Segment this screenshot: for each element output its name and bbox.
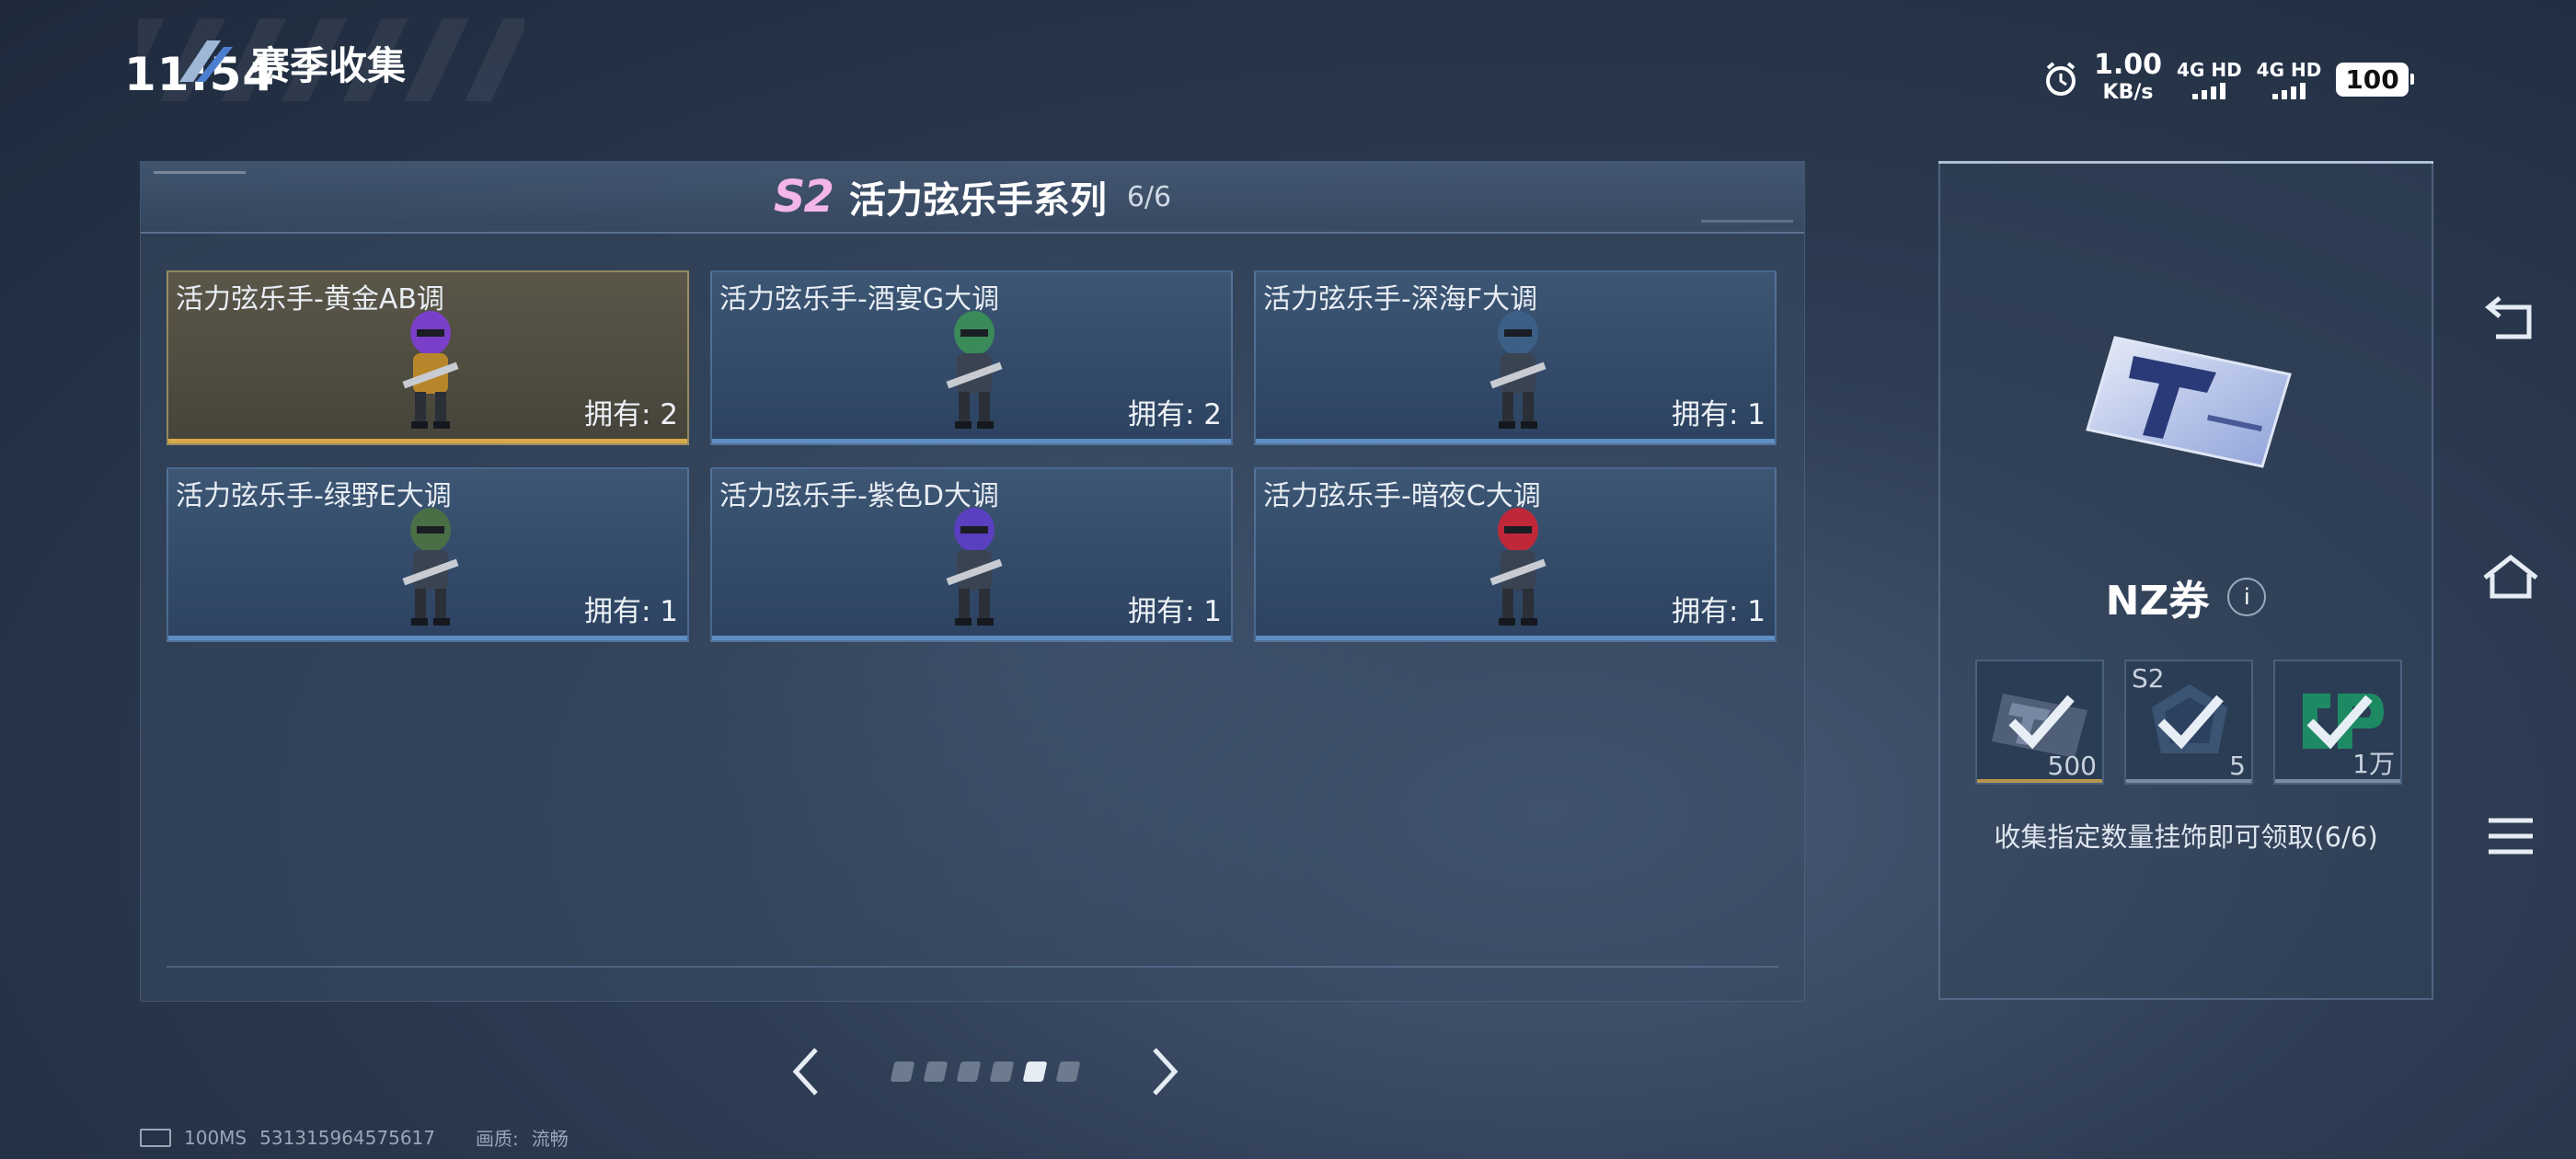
info-button[interactable]: i: [2227, 578, 2267, 616]
rarity-bar: [168, 439, 687, 443]
reward-item[interactable]: S2 5: [2124, 660, 2253, 785]
claim-hint: 收集指定数量挂饰即可领取(6/6): [1994, 821, 2378, 853]
quality-value: 流畅: [531, 1128, 569, 1150]
game-logo-icon: [179, 40, 233, 82]
system-status-bar: 1.00 KB/s 4G HD 4G HD 100: [2042, 49, 2415, 107]
collection-card[interactable]: 活力弦乐手-黄金AB调 拥有: 2: [167, 270, 689, 445]
back-button[interactable]: [2478, 285, 2543, 350]
page-navigator: [782, 1044, 1189, 1099]
check-icon: [2157, 694, 2224, 750]
page-dot[interactable]: [923, 1061, 949, 1082]
nz-ticket-icon[interactable]: [2078, 328, 2299, 476]
owned-count: 拥有: 1: [583, 595, 678, 628]
home-button[interactable]: [2478, 545, 2543, 609]
owned-count: 拥有: 1: [1671, 595, 1765, 628]
reward-name: NZ券: [2105, 578, 2210, 625]
reward-item[interactable]: 1万: [2273, 660, 2402, 785]
owned-count: 拥有: 1: [1127, 595, 1222, 628]
signal-bars-icon: [2271, 81, 2306, 99]
page-dot[interactable]: [1055, 1061, 1081, 1082]
collection-panel: S2 活力弦乐手系列 6/6 活力弦乐手-黄金AB调 拥有: 2 活力弦乐手-酒…: [140, 161, 1805, 1002]
home-icon: [2483, 554, 2538, 599]
reward-items: 500 S2 5 1万: [1975, 660, 2402, 785]
character-figure-icon: [946, 311, 1003, 429]
collection-card[interactable]: 活力弦乐手-绿野E大调 拥有: 1: [167, 467, 689, 642]
rarity-bar: [2126, 779, 2251, 783]
rarity-bar: [1256, 636, 1775, 640]
collection-card[interactable]: 活力弦乐手-酒宴G大调 拥有: 2: [710, 270, 1233, 445]
keyboard-icon: [140, 1128, 171, 1147]
page-dot[interactable]: [989, 1061, 1015, 1082]
character-figure-icon: [1489, 508, 1547, 625]
page-dot[interactable]: [956, 1061, 982, 1082]
battery-indicator: 100: [2336, 62, 2415, 97]
page-title: 赛季收集: [251, 43, 407, 88]
character-figure-icon: [402, 311, 459, 429]
rarity-bar: [168, 636, 687, 640]
user-id: 531315964575617: [259, 1126, 435, 1149]
season-badge: S2: [773, 171, 834, 223]
menu-icon: [2489, 818, 2533, 855]
chevron-left-icon: [792, 1048, 818, 1096]
series-name: 活力弦乐手系列: [848, 179, 1107, 222]
reward-quantity: 5: [2229, 751, 2246, 781]
page-dots: [890, 1061, 1081, 1082]
menu-button[interactable]: [2478, 804, 2543, 868]
series-header: S2 活力弦乐手系列 6/6: [141, 162, 1804, 234]
collection-card[interactable]: 活力弦乐手-紫色D大调 拥有: 1: [710, 467, 1233, 642]
latency: 100MS: [184, 1126, 247, 1149]
collection-card[interactable]: 活力弦乐手-暗夜C大调 拥有: 1: [1254, 467, 1777, 642]
back-icon: [2485, 296, 2532, 339]
rarity-bar: [1256, 439, 1775, 443]
reward-panel: NZ券 i 500 S2 5 1万 收集指定数量挂饰即可领取(6/6): [1938, 161, 2433, 1000]
alarm-icon: [2046, 62, 2076, 96]
reward-title: NZ券 i: [1940, 568, 2432, 626]
owned-count: 拥有: 2: [583, 398, 678, 431]
page-dot[interactable]: [1022, 1061, 1048, 1082]
collection-grid: 活力弦乐手-黄金AB调 拥有: 2 活力弦乐手-酒宴G大调 拥有: 2 活力弦乐…: [167, 270, 1777, 642]
network-rate: 1.00 KB/s: [2094, 49, 2163, 105]
reward-quantity: 500: [2047, 751, 2097, 781]
signal-bars-icon: [2192, 81, 2226, 99]
sim1-signal: 4G HD: [2177, 59, 2242, 99]
next-page-button[interactable]: [1143, 1044, 1189, 1099]
collection-card[interactable]: 活力弦乐手-深海F大调 拥有: 1: [1254, 270, 1777, 445]
reward-item[interactable]: 500: [1975, 660, 2104, 785]
quality-label: 画质:: [476, 1128, 519, 1150]
character-figure-icon: [402, 508, 459, 625]
rarity-bar: [1977, 779, 2102, 783]
reward-quantity: 1万: [2352, 749, 2395, 779]
series-progress: 6/6: [1126, 180, 1172, 213]
character-figure-icon: [1489, 311, 1547, 429]
rarity-bar: [712, 439, 1231, 443]
sim2-signal: 4G HD: [2257, 59, 2321, 99]
panel-divider: [167, 966, 1778, 968]
owned-count: 拥有: 2: [1127, 398, 1222, 431]
chevron-right-icon: [1153, 1048, 1179, 1096]
page-header: 赛季收集: [170, 35, 406, 91]
rarity-bar: [712, 636, 1231, 640]
character-figure-icon: [946, 508, 1003, 625]
rarity-bar: [2275, 779, 2400, 783]
check-icon: [2008, 694, 2075, 750]
page-dot[interactable]: [890, 1061, 915, 1082]
header-line-decoration: [1701, 220, 1793, 223]
header-line-decoration: [154, 171, 246, 174]
debug-footer: 100MS 531315964575617 画质: 流畅: [140, 1124, 569, 1151]
owned-count: 拥有: 1: [1671, 398, 1765, 431]
prev-page-button[interactable]: [782, 1044, 828, 1099]
